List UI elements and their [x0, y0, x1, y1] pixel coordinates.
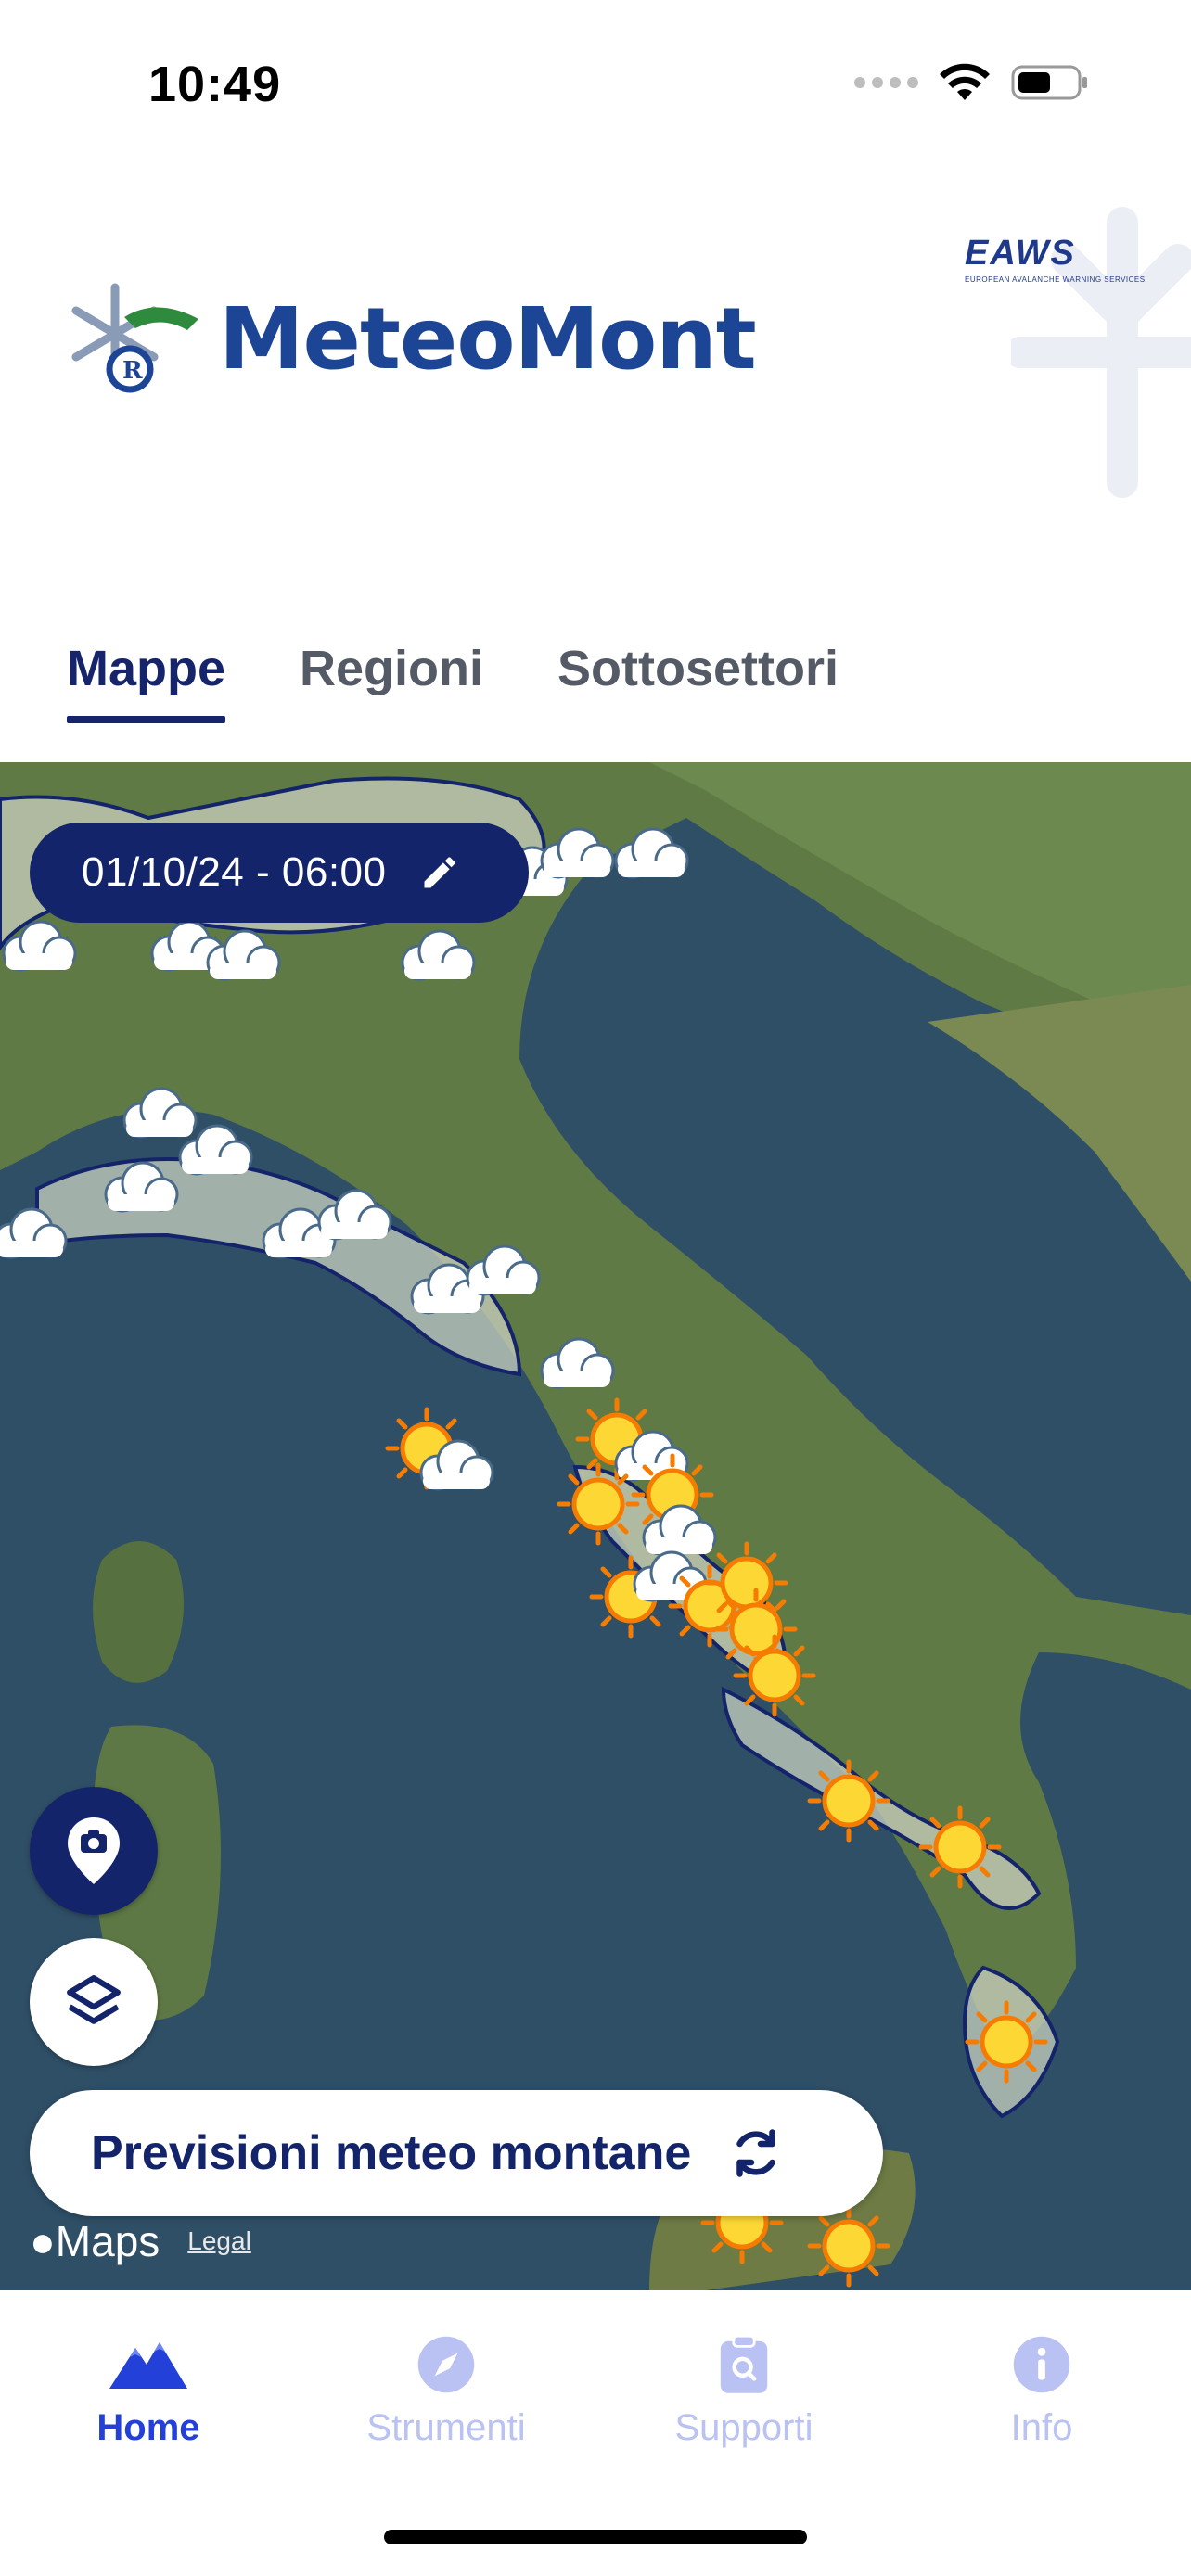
eaws-logo[interactable]: EAWS EUROPEAN AVALANCHE WARNING SERVICES	[965, 234, 1146, 284]
info-icon	[1013, 2336, 1070, 2393]
location-camera-button[interactable]	[30, 1787, 158, 1915]
mountain-icon	[109, 2342, 187, 2389]
satellite-map[interactable]	[0, 762, 1191, 2290]
wifi-icon	[940, 63, 990, 100]
apple-maps-logo: ●Maps	[30, 2216, 160, 2266]
eaws-logo-subtitle: EUROPEAN AVALANCHE WARNING SERVICES	[965, 275, 1146, 284]
map-pin-camera-icon	[68, 1817, 120, 1884]
apple-logo-icon: ●	[30, 2217, 56, 2265]
status-bar: 10:49	[0, 0, 1191, 148]
nav-info[interactable]: Info	[930, 2327, 1153, 2449]
date-selector-value: 01/10/24 - 06:00	[82, 849, 387, 895]
status-icons	[854, 63, 1089, 102]
tab-mappe[interactable]: Mappe	[67, 640, 226, 723]
mountain-forecast-button[interactable]: Previsioni meteo montane	[30, 2090, 883, 2216]
refresh-icon	[736, 2129, 776, 2177]
tab-bar: Mappe Regioni Sottosettori	[67, 640, 839, 723]
cellular-signal-icon	[854, 77, 918, 88]
snowflake-logo-icon: R	[71, 283, 198, 393]
nav-info-label: Info	[1010, 2407, 1073, 2448]
layers-button[interactable]	[30, 1938, 158, 2066]
nav-strumenti[interactable]: Strumenti	[335, 2327, 557, 2449]
app-title: MeteoMont	[219, 288, 757, 389]
tab-sottosettori[interactable]: Sottosettori	[557, 640, 839, 723]
app-header: EAWS EUROPEAN AVALANCHE WARNING SERVICES…	[0, 148, 1191, 631]
tab-regioni[interactable]: Regioni	[300, 640, 483, 723]
nav-home-label: Home	[96, 2407, 200, 2448]
battery-icon	[1011, 65, 1087, 100]
status-time: 10:49	[148, 57, 282, 112]
nav-supporti-label: Supporti	[674, 2407, 813, 2448]
weather-map[interactable]: 01/10/24 - 06:00 Previsioni meteo montan…	[0, 762, 1191, 2290]
clipboard-search-icon	[720, 2334, 768, 2393]
nav-home[interactable]: Home	[37, 2327, 260, 2449]
nav-supporti[interactable]: Supporti	[633, 2327, 855, 2449]
eaws-logo-title: EAWS	[965, 234, 1076, 273]
maps-legal-link[interactable]: Legal	[187, 2226, 251, 2256]
pencil-icon	[424, 857, 455, 888]
home-indicator[interactable]	[384, 2530, 807, 2544]
mountain-forecast-label: Previsioni meteo montane	[91, 2126, 692, 2180]
maps-attribution: ●Maps Legal	[30, 2216, 251, 2266]
maps-provider-label: Maps	[55, 2217, 160, 2265]
compass-icon	[417, 2336, 475, 2393]
meteomont-logo: R MeteoMont	[69, 278, 757, 399]
layers-icon	[67, 1975, 121, 2024]
svg-text:R: R	[122, 357, 143, 385]
date-selector-button[interactable]: 01/10/24 - 06:00	[30, 823, 529, 923]
nav-strumenti-label: Strumenti	[366, 2407, 526, 2448]
